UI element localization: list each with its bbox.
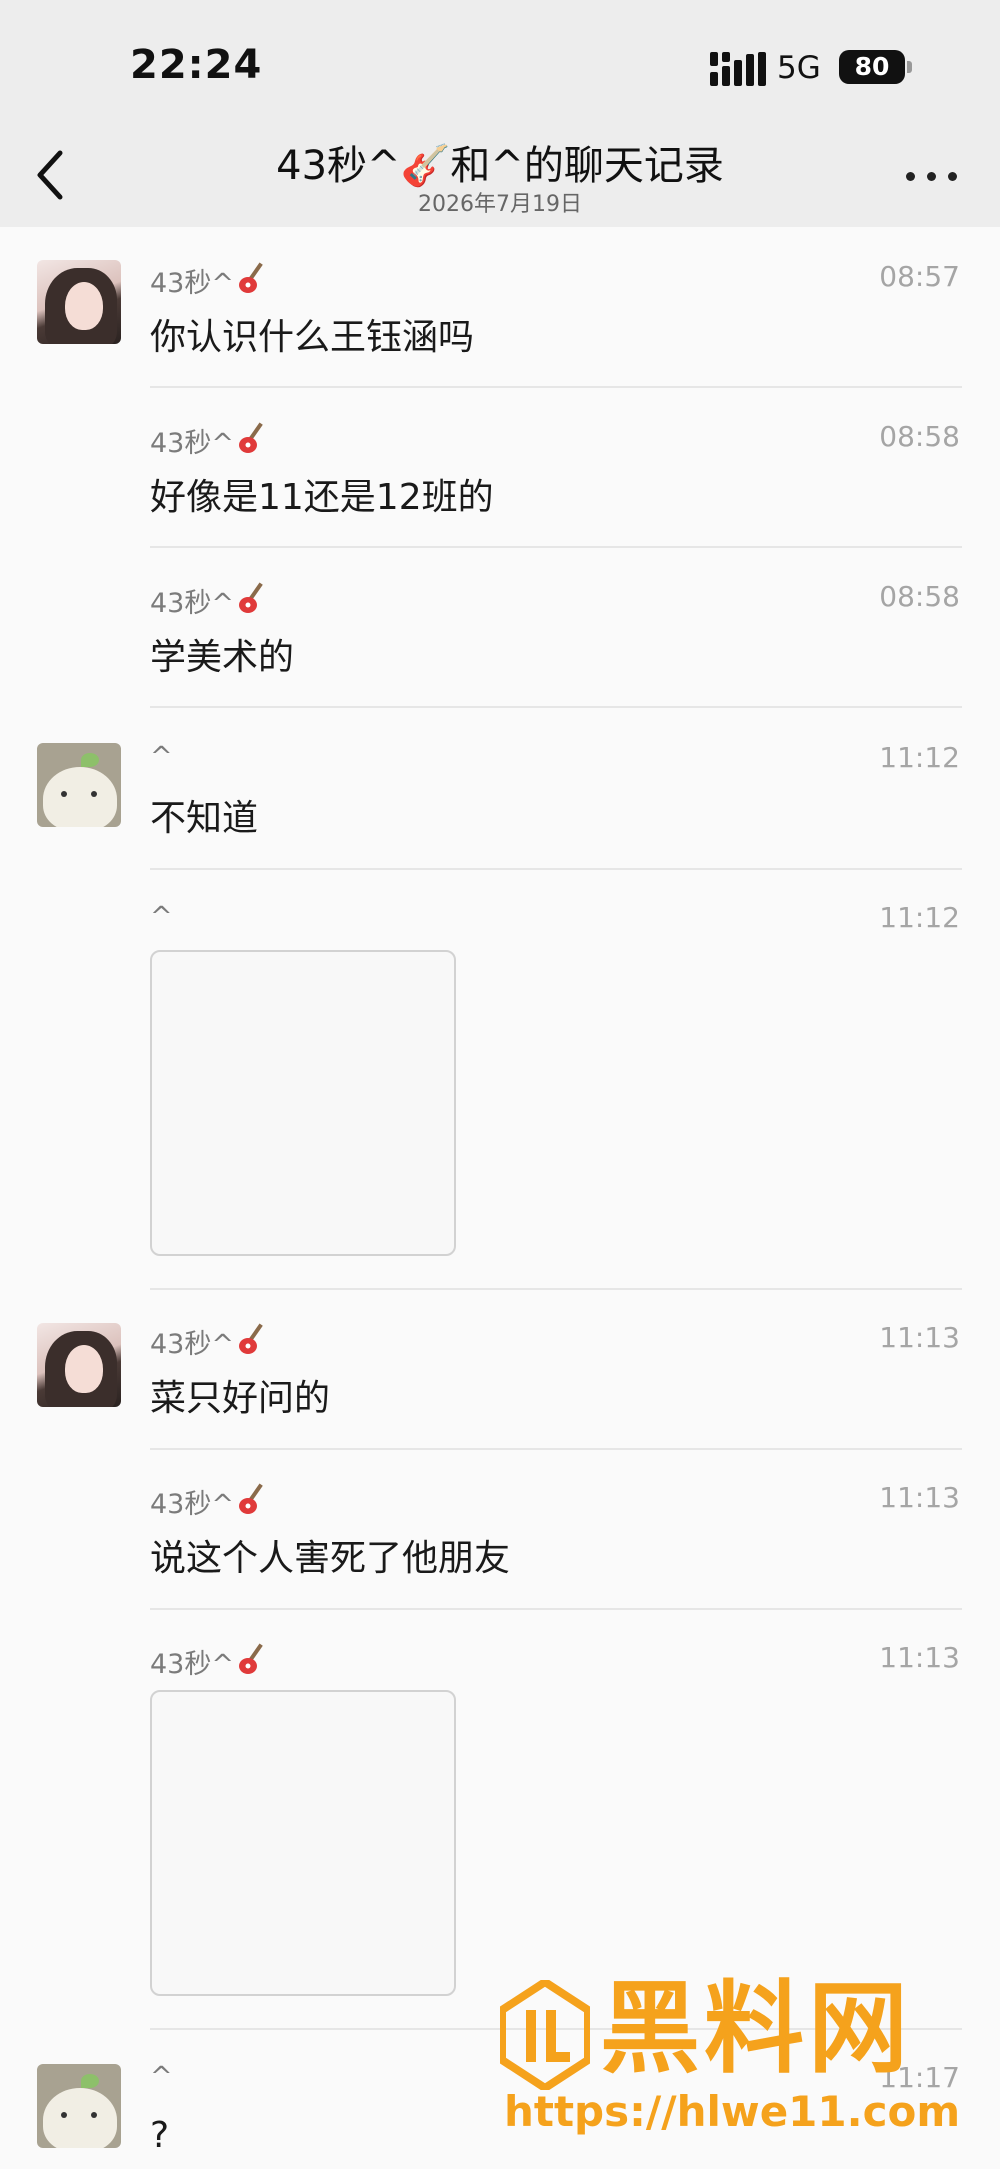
network-type: 5G [777, 50, 821, 86]
message-text: 说这个人害死了他朋友 [150, 1538, 511, 1579]
sender-name: 43秒^ [150, 1481, 272, 1521]
guitar-icon [238, 422, 263, 453]
chat-date: 2026年7月19日 [418, 192, 582, 217]
message-text: ? [150, 2115, 170, 2156]
guitar-icon [238, 1483, 263, 1514]
back-button[interactable] [28, 145, 78, 205]
message-text: 好像是11还是12班的 [150, 477, 494, 518]
divider [150, 706, 962, 708]
message-time: 11:12 [879, 741, 960, 774]
avatar[interactable] [37, 260, 121, 344]
message-text: 菜只好问的 [150, 1378, 331, 1419]
sender-name: 43秒^ [150, 420, 272, 460]
more-dot-icon [948, 172, 957, 181]
message-time: 11:12 [879, 901, 960, 934]
watermark-title: 黑料网 [600, 1970, 912, 2087]
message-item[interactable]: ^ 11:12 不知道 [0, 741, 1000, 871]
message-item[interactable]: 43秒^ 08:58 学美术的 [0, 580, 1000, 710]
message-time: 08:58 [879, 580, 960, 613]
sender-name: 43秒^ [150, 1641, 272, 1681]
avatar[interactable] [37, 743, 121, 827]
sender-name: ^ [150, 901, 173, 932]
watermark-logo-icon [500, 1980, 590, 2090]
guitar-icon [238, 262, 263, 293]
sender-name: ^ [150, 741, 173, 772]
sender-name: 43秒^ [150, 260, 272, 300]
avatar[interactable] [37, 2064, 121, 2148]
status-time: 22:24 [130, 42, 263, 88]
divider [150, 1288, 962, 1290]
chevron-left-icon [37, 150, 63, 200]
message-text: 学美术的 [150, 637, 295, 678]
more-dot-icon [906, 172, 915, 181]
divider [150, 1608, 962, 1610]
image-attachment[interactable] [150, 1690, 456, 1996]
battery-indicator: 80 [839, 50, 905, 84]
guitar-icon [238, 1643, 263, 1674]
sender-name: ^ [150, 2061, 173, 2092]
image-attachment[interactable] [150, 950, 456, 1256]
message-item[interactable]: ^ 11:12 [0, 901, 1000, 1291]
signal-icon [710, 52, 766, 86]
chat-title: 43秒^🎸和^的聊天记录 [276, 143, 724, 189]
message-time: 11:13 [879, 1321, 960, 1354]
guitar-icon [238, 1323, 263, 1354]
divider [150, 868, 962, 870]
divider [150, 1448, 962, 1450]
divider [150, 386, 962, 388]
message-item[interactable]: 43秒^ 11:13 菜只好问的 [0, 1321, 1000, 1451]
avatar[interactable] [37, 1323, 121, 1407]
message-text: 不知道 [150, 798, 259, 839]
more-options-button[interactable] [900, 150, 964, 200]
guitar-icon [238, 582, 263, 613]
battery-cap [907, 61, 912, 73]
watermark-url: https://hlwe11.com [504, 2087, 961, 2136]
chat-history-screen: 22:24 5G 80 43秒^🎸和^的聊天记录 2026年7月19日 43秒^… [0, 0, 1000, 2169]
message-text: 你认识什么王钰涵吗 [150, 317, 475, 358]
header: 22:24 5G 80 43秒^🎸和^的聊天记录 2026年7月19日 [0, 0, 1000, 227]
watermark: 黑料网 https://hlwe11.com [500, 1970, 990, 2136]
message-time: 08:58 [879, 420, 960, 453]
message-item[interactable]: 43秒^ 08:57 你认识什么王钰涵吗 [0, 260, 1000, 390]
message-time: 11:13 [879, 1481, 960, 1514]
more-dot-icon [927, 172, 936, 181]
message-time: 11:13 [879, 1641, 960, 1674]
message-item[interactable]: 43秒^ 11:13 说这个人害死了他朋友 [0, 1481, 1000, 1611]
sender-name: 43秒^ [150, 580, 272, 620]
message-time: 08:57 [879, 260, 960, 293]
divider [150, 546, 962, 548]
message-item[interactable]: 43秒^ 08:58 好像是11还是12班的 [0, 420, 1000, 550]
sender-name: 43秒^ [150, 1321, 272, 1361]
